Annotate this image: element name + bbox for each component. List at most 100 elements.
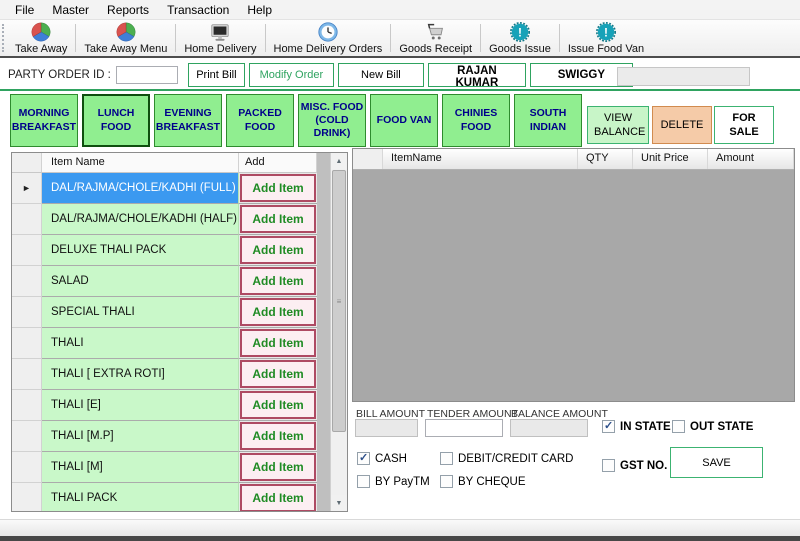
item-grid-body: ►DAL/RAJMA/CHOLE/KADHI (FULL)Add ItemDAL…: [12, 173, 347, 512]
item-row: THALI [ EXTRA ROTI]Add Item: [12, 359, 347, 390]
party-extra-field: [617, 67, 750, 86]
add-item-button-thali-m-p[interactable]: Add Item: [240, 422, 316, 450]
add-item-button-dal-rajma-chole-kadhi-full[interactable]: Add Item: [240, 174, 316, 202]
item-row: THALI [E]Add Item: [12, 390, 347, 421]
debit-credit-card-checkbox-row[interactable]: DEBIT/CREDIT CARD: [440, 447, 573, 470]
toolbar-separator: [75, 24, 76, 52]
category-button-chinies-food[interactable]: CHINIES FOOD: [442, 94, 510, 147]
toolbar-button-label: Goods Receipt: [399, 43, 472, 55]
out-state-label: OUT STATE: [690, 421, 753, 433]
menu-item-master[interactable]: Master: [43, 1, 98, 19]
row-selector-cell: ►: [12, 173, 42, 204]
item-name-cell: DAL/RAJMA/CHOLE/KADHI (FULL): [42, 173, 239, 204]
modify-order-button[interactable]: Modify Order: [249, 63, 334, 87]
category-button-morning-breakfast[interactable]: MORNING BREAKFAST: [10, 94, 78, 147]
item-name-cell: THALI PACK: [42, 483, 239, 512]
category-button-misc-food-cold-drink[interactable]: MISC. FOOD (COLD DRINK): [298, 94, 366, 147]
in-state-checkbox[interactable]: [602, 420, 615, 433]
alert-badge-icon: !: [509, 21, 531, 43]
party-order-id-input[interactable]: [116, 66, 178, 84]
in-state-checkbox-row[interactable]: IN STATE: [602, 420, 671, 433]
gst-no-checkbox[interactable]: [602, 459, 615, 472]
category-button-south-indian[interactable]: SOUTH INDIAN: [514, 94, 582, 147]
order-grid: ItemNameQTYUnit PriceAmount: [352, 148, 795, 402]
add-item-button-thali-e[interactable]: Add Item: [240, 391, 316, 419]
cash-checkbox-row[interactable]: CASH: [357, 447, 440, 470]
gst-no-checkbox-row[interactable]: GST NO.: [602, 459, 667, 472]
toolbar-button-goods-issue[interactable]: !Goods Issue: [482, 20, 558, 56]
cart-icon: [425, 21, 447, 43]
toolbar-grip-handle[interactable]: [2, 24, 6, 52]
print-bill-button[interactable]: Print Bill: [188, 63, 245, 87]
scrollbar-thumb[interactable]: ≡: [332, 170, 346, 432]
item-grid-scrollbar[interactable]: ▲ ≡ ▼: [330, 153, 347, 511]
add-item-button-thali[interactable]: Add Item: [240, 329, 316, 357]
toolbar-button-take-away[interactable]: Take Away: [8, 20, 74, 56]
toolbar-button-take-away-menu[interactable]: Take Away Menu: [77, 20, 174, 56]
gst-no-label: GST NO.: [620, 460, 667, 472]
toolbar-button-goods-receipt[interactable]: Goods Receipt: [392, 20, 479, 56]
item-name-cell: THALI [ EXTRA ROTI]: [42, 359, 239, 390]
by-paytm-checkbox[interactable]: [357, 475, 370, 488]
category-button-packed-food[interactable]: PACKED FOOD: [226, 94, 294, 147]
toolbar-separator: [265, 24, 266, 52]
by-paytm-checkbox-row[interactable]: BY PayTM: [357, 470, 440, 493]
toolbar-button-issue-food-van[interactable]: !Issue Food Van: [561, 20, 651, 56]
menu-item-reports[interactable]: Reports: [98, 1, 158, 19]
item-name-cell: DAL/RAJMA/CHOLE/KADHI (HALF): [42, 204, 239, 235]
add-item-button-thali-m[interactable]: Add Item: [240, 453, 316, 481]
pie-chart-icon: [30, 21, 52, 43]
order-column-header-amount[interactable]: Amount: [708, 149, 794, 169]
menu-item-help[interactable]: Help: [238, 1, 281, 19]
party-order-bar: PARTY ORDER ID : Print Bill Modify Order…: [0, 60, 800, 91]
by-cheque-checkbox[interactable]: [440, 475, 453, 488]
add-cell: Add Item: [239, 359, 317, 390]
out-state-checkbox-row[interactable]: OUT STATE: [672, 420, 753, 433]
new-bill-button[interactable]: New Bill: [338, 63, 424, 87]
add-cell: Add Item: [239, 204, 317, 235]
category-button-row: MORNING BREAKFASTLUNCH FOODEVENING BREAK…: [10, 94, 582, 147]
debit-credit-card-checkbox[interactable]: [440, 452, 453, 465]
cash-checkbox[interactable]: [357, 452, 370, 465]
add-column-header[interactable]: Add: [239, 153, 317, 173]
delete-button[interactable]: DELETE: [652, 106, 712, 144]
toolbar-button-home-delivery[interactable]: Home Delivery: [177, 20, 263, 56]
for-sale-button[interactable]: FOR SALE: [714, 106, 774, 144]
category-button-lunch-food[interactable]: LUNCH FOOD: [82, 94, 150, 147]
by-cheque-checkbox-row[interactable]: BY CHEQUE: [440, 470, 573, 493]
order-column-header-itemname[interactable]: ItemName: [383, 149, 578, 169]
item-row: SALADAdd Item: [12, 266, 347, 297]
row-selector-column-header: [12, 153, 42, 173]
debit-credit-card-label: DEBIT/CREDIT CARD: [458, 453, 573, 465]
category-button-food-van[interactable]: FOOD VAN: [370, 94, 438, 147]
row-selector-cell: [12, 359, 42, 390]
order-column-header-qty[interactable]: QTY: [578, 149, 633, 169]
scroll-up-arrow-icon[interactable]: ▲: [331, 153, 347, 169]
save-button[interactable]: SAVE: [670, 447, 763, 478]
add-item-button-thali-pack[interactable]: Add Item: [240, 484, 316, 512]
menu-bar: FileMasterReportsTransactionHelp: [0, 0, 800, 20]
row-selector-cell: [12, 390, 42, 421]
add-item-button-dal-rajma-chole-kadhi-half[interactable]: Add Item: [240, 205, 316, 233]
scroll-down-arrow-icon[interactable]: ▼: [331, 495, 347, 511]
add-cell: Add Item: [239, 390, 317, 421]
out-state-checkbox[interactable]: [672, 420, 685, 433]
row-selector-cell: [12, 452, 42, 483]
item-name-column-header[interactable]: Item Name: [42, 153, 239, 173]
party-order-id-label: PARTY ORDER ID :: [8, 69, 111, 81]
in-state-label: IN STATE: [620, 421, 671, 433]
taskbar-strip: [0, 536, 800, 541]
svg-text:!: !: [604, 26, 608, 40]
order-column-header-unit-price[interactable]: Unit Price: [633, 149, 708, 169]
add-item-button-thali-extra-roti[interactable]: Add Item: [240, 360, 316, 388]
customer-name-button[interactable]: RAJAN KUMAR: [428, 63, 526, 87]
add-item-button-deluxe-thali-pack[interactable]: Add Item: [240, 236, 316, 264]
tender-amount-input[interactable]: [425, 419, 503, 437]
add-item-button-special-thali[interactable]: Add Item: [240, 298, 316, 326]
menu-item-transaction[interactable]: Transaction: [158, 1, 238, 19]
category-button-evening-breakfast[interactable]: EVENING BREAKFAST: [154, 94, 222, 147]
view-balance-button[interactable]: VIEW BALANCE: [587, 106, 649, 144]
menu-item-file[interactable]: File: [6, 1, 43, 19]
add-item-button-salad[interactable]: Add Item: [240, 267, 316, 295]
toolbar-button-home-delivery-orders[interactable]: Home Delivery Orders: [267, 20, 390, 56]
